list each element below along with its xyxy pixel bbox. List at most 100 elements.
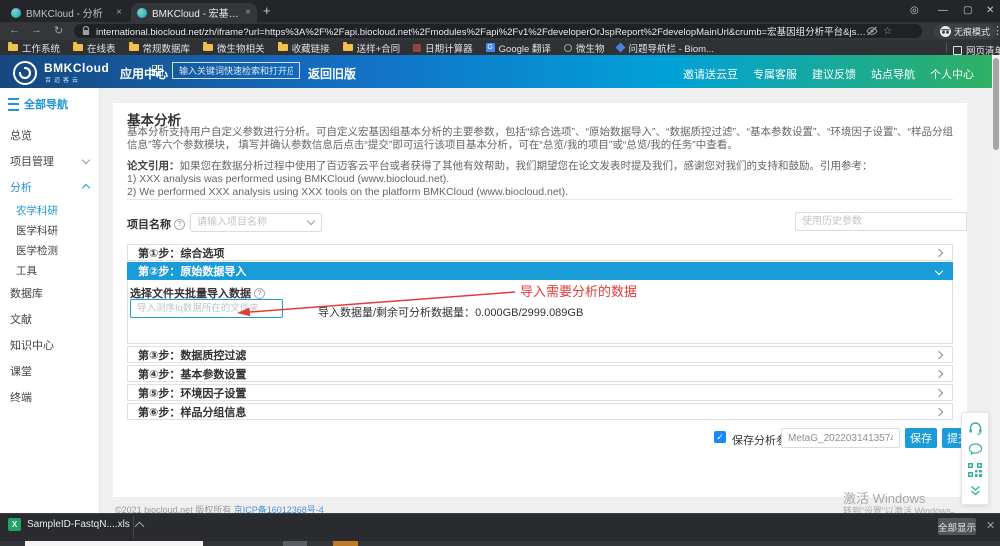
window-close-button[interactable]: ✕ [986,5,994,16]
personal-center-link[interactable]: 个人中心 [930,66,974,82]
sidebar-item-classroom[interactable]: 课堂 [0,358,99,384]
chat-icon[interactable] [968,443,983,456]
save-button[interactable]: 保存 [905,428,937,448]
bookmark-item[interactable]: 微生物相关 [203,41,265,55]
bookmark-item[interactable]: 微生物 [564,41,605,55]
qrcode-icon[interactable] [968,463,982,477]
invite-link[interactable]: 邀请送云豆 [683,66,738,82]
sidebar-item-database[interactable]: 数据库 [0,280,99,306]
folder-icon [129,44,139,51]
step-1-header[interactable]: 第①步：综合选项 [127,244,953,261]
scrollbar-thumb[interactable] [993,58,999,150]
param-name-input[interactable] [781,428,900,448]
step-4-header[interactable]: 第④步：基本参数设置 [127,365,953,382]
forward-button[interactable]: → [31,24,42,36]
sidebar-item-med-testing[interactable]: 医学检测 [0,240,99,260]
sidebar-item-tools[interactable]: 工具 [0,260,99,280]
chevron-right-icon [935,248,943,256]
download-file-name: SampleID-FastqN....xls [27,519,130,530]
shelf-close-icon[interactable]: ✕ [986,519,995,532]
headset-icon[interactable] [968,421,983,435]
bmkcloud-logo-icon[interactable] [12,60,38,86]
feedback-link[interactable]: 建议反馈 [812,66,856,82]
eye-off-icon[interactable] [866,26,878,36]
project-name-input[interactable] [190,213,322,232]
bookmark-item[interactable]: 收藏链接 [278,41,330,55]
red-annotation-arrow [200,283,530,321]
project-name-label: 项目名称 ? ： [127,216,199,232]
bookmark-item[interactable]: 常规数据库 [129,41,191,55]
new-tab-button[interactable]: + [263,3,271,18]
address-bar[interactable]: international.biocloud.net/zh/iframe?url… [74,24,922,38]
show-all-downloads-button[interactable]: 全部显示 [938,518,976,535]
bookmark-item[interactable]: 送样+合同 [343,41,401,55]
sidebar-item-terminal[interactable]: 终端 [0,384,99,410]
citation-block: 论文引用：如果您在数据分析过程中使用了百迈客云平台或者获得了其他有效帮助，我们期… [127,160,953,199]
collapse-chevrons-icon[interactable] [969,485,982,496]
maximize-button[interactable]: ▢ [963,5,972,16]
cite-text: 如果您在数据分析过程中使用了百迈客云平台或者获得了其他有效帮助，我们期望您在论文… [180,160,873,172]
save-params-checkbox[interactable]: ✓ [714,431,726,443]
globe-icon [564,44,572,52]
service-link[interactable]: 专属客服 [753,66,797,82]
bookmark-item[interactable]: 问题导航栏 - Biom... [617,41,714,55]
tab-title: BMKCloud - 宏基因组分析平台 [152,5,240,20]
sidebar-item-knowledge[interactable]: 知识中心 [0,332,99,358]
minimize-button[interactable]: — [938,5,948,16]
lock-icon [82,26,90,36]
chevron-right-icon [935,350,943,358]
browser-status-icon[interactable]: ◎ [910,5,919,16]
cite-ref-2: 2) We performed XXX analysis using XXX t… [127,186,568,198]
sidebar-item-literature[interactable]: 文献 [0,306,99,332]
header-links: 邀请送云豆 专属客服 建议反馈 站点导航 个人中心 [683,66,974,82]
site-nav-link[interactable]: 站点导航 [871,66,915,82]
sidebar-item-agri-research[interactable]: 农学科研 [0,200,99,220]
sidebar-nav-all[interactable]: 全部导航 [0,88,99,122]
taskbar-strip [0,541,1000,546]
bmkcloud-favicon-icon [137,8,147,18]
chevron-right-icon [935,407,943,415]
incognito-badge: 无痕模式 [934,24,996,39]
back-to-old-link[interactable]: 返回旧版 [308,65,356,82]
folder-icon [73,44,83,51]
bookmark-item[interactable]: 日期计算器 [413,41,473,55]
bmkcloud-favicon-icon [11,8,21,18]
back-button[interactable]: ← [9,24,20,36]
reload-button[interactable]: ↻ [54,24,63,37]
sidebar-item-analysis[interactable]: 分析 [0,174,99,200]
bookmark-star-icon[interactable]: ☆ [883,26,892,37]
download-shelf [0,513,1000,541]
taskbar-window-gray [283,541,307,546]
folder-icon [278,44,288,51]
taskbar-window-white [25,541,203,546]
cite-label: 论文引用： [127,160,180,172]
caret-up-icon[interactable] [134,521,144,531]
sidebar-item-project-mgmt[interactable]: 项目管理 [0,148,99,174]
step-3-header[interactable]: 第③步：数据质控过滤 [127,346,953,363]
grid-icon[interactable] [152,65,163,76]
logo-title: BMKCloud [44,61,109,75]
history-params-input[interactable] [795,212,967,231]
bookmark-item[interactable]: 在线表 [73,41,116,55]
step-5-header[interactable]: 第⑤步：环境因子设置 [127,384,953,401]
bookmark-item[interactable]: 工作系统 [8,41,60,55]
folder-icon [343,44,353,51]
bookmark-item[interactable]: GGoogle 翻译 [486,41,551,55]
app-search-input[interactable] [172,62,300,79]
info-icon[interactable]: ? [174,219,185,230]
tab-close-icon[interactable]: × [116,8,122,18]
step-6-header[interactable]: 第⑥步：样品分组信息 [127,403,953,420]
project-name-select[interactable] [190,212,322,231]
downloaded-file-chip[interactable]: X SampleID-FastqN....xls [8,518,143,531]
browser-tab-1[interactable]: BMKCloud - 分析 × [5,3,128,22]
sidebar: 全部导航 总览 项目管理 分析 农学科研 医学科研 医学检测 工具 数据库 文献… [0,88,100,513]
sidebar-item-med-research[interactable]: 医学科研 [0,220,99,240]
intro-paragraph: 基本分析支持用户自定义参数进行分析。可自定义宏基因组基本分析的主要参数，包括“综… [127,126,953,152]
browser-tab-2-active[interactable]: BMKCloud - 宏基因组分析平台 × [131,3,257,22]
step-2-header-active[interactable]: 第②步：原始数据导入 [127,262,953,280]
chevron-right-icon [935,369,943,377]
tab-close-icon[interactable]: × [245,8,251,18]
taskbar-window-orange [333,541,358,546]
browser-menu-kebab-icon[interactable]: ⋮ [992,24,1000,37]
sidebar-item-overview[interactable]: 总览 [0,122,99,148]
